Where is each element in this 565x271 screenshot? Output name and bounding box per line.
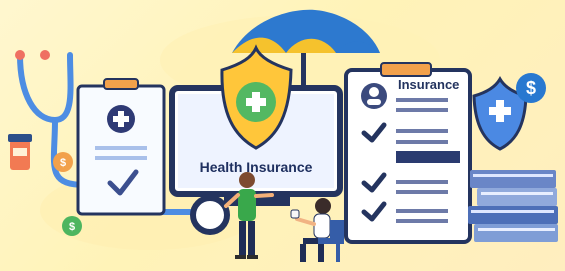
- coffee-cup-icon: [290, 209, 300, 219]
- pill-bottle-icon: [8, 134, 32, 170]
- clipboard-icon: [76, 78, 166, 216]
- monitor-title: Health Insurance: [200, 159, 313, 175]
- books-icon: [468, 170, 558, 242]
- document-icon: Insurance: [344, 62, 472, 244]
- svg-text:$: $: [60, 157, 66, 169]
- svg-text:$: $: [69, 221, 75, 233]
- document-title: Insurance: [398, 77, 459, 92]
- svg-text:$: $: [526, 78, 536, 98]
- seated-person-icon: [290, 198, 344, 262]
- health-insurance-illustration: $ $ Health Insurance Insurance $: [8, 9, 558, 262]
- dollar-badge-icon: $: [516, 73, 546, 103]
